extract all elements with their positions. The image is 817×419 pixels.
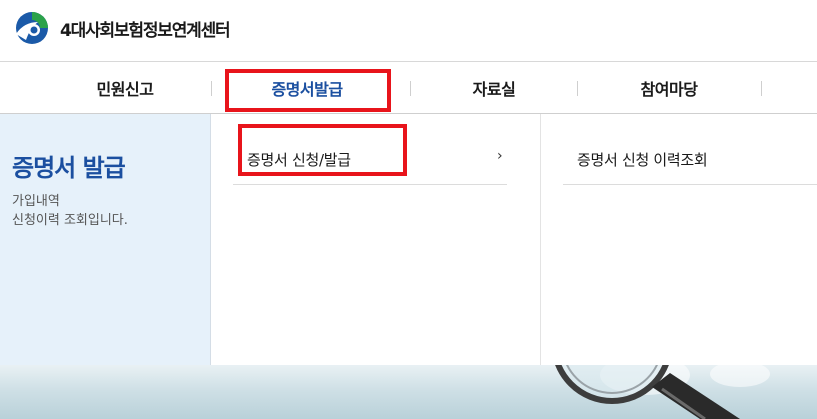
magnifier-illustration (555, 365, 740, 419)
submenu-panel: 증명서 발급 가입내역 신청이력 조회입니다. 증명서 신청/발급 › 증명서 … (0, 114, 817, 365)
submenu-description: 가입내역 신청이력 조회입니다. (12, 192, 128, 230)
logo-mark-icon (16, 12, 48, 44)
submenu-title: 증명서 발급 (12, 154, 126, 182)
site-logo[interactable]: 4대사회보험정보연계센터 (12, 8, 231, 48)
menu-divider (233, 184, 507, 185)
menu-divider (563, 184, 817, 185)
submenu-intro: 증명서 발급 가입내역 신청이력 조회입니다. (0, 114, 211, 365)
nav-divider (761, 81, 762, 96)
menu-certificate-apply[interactable]: 증명서 신청/발급 (247, 149, 351, 170)
description-line: 가입내역 (12, 194, 60, 209)
nav-divider (410, 81, 411, 96)
global-nav: 민원신고 증명서발급 자료실 참여마당 (0, 62, 817, 114)
hero-background (0, 365, 817, 419)
nav-item-complaint[interactable]: 민원신고 (50, 62, 200, 114)
nav-divider (211, 81, 212, 96)
nav-item-certificate[interactable]: 증명서발급 (232, 62, 382, 114)
nav-item-archive[interactable]: 자료실 (418, 62, 570, 114)
submenu-column: 증명서 신청/발급 › (211, 114, 541, 365)
menu-certificate-history[interactable]: 증명서 신청 이력조회 (577, 149, 708, 170)
nav-divider (577, 81, 578, 96)
logo-text: 4대사회보험정보연계센터 (60, 20, 231, 41)
description-line: 신청이력 조회입니다. (12, 213, 128, 228)
chevron-right-icon[interactable]: › (497, 148, 503, 164)
submenu-column: 증명서 신청 이력조회 (541, 114, 817, 365)
site-header: 4대사회보험정보연계센터 (0, 0, 817, 62)
nav-item-participation[interactable]: 참여마당 (593, 62, 745, 114)
